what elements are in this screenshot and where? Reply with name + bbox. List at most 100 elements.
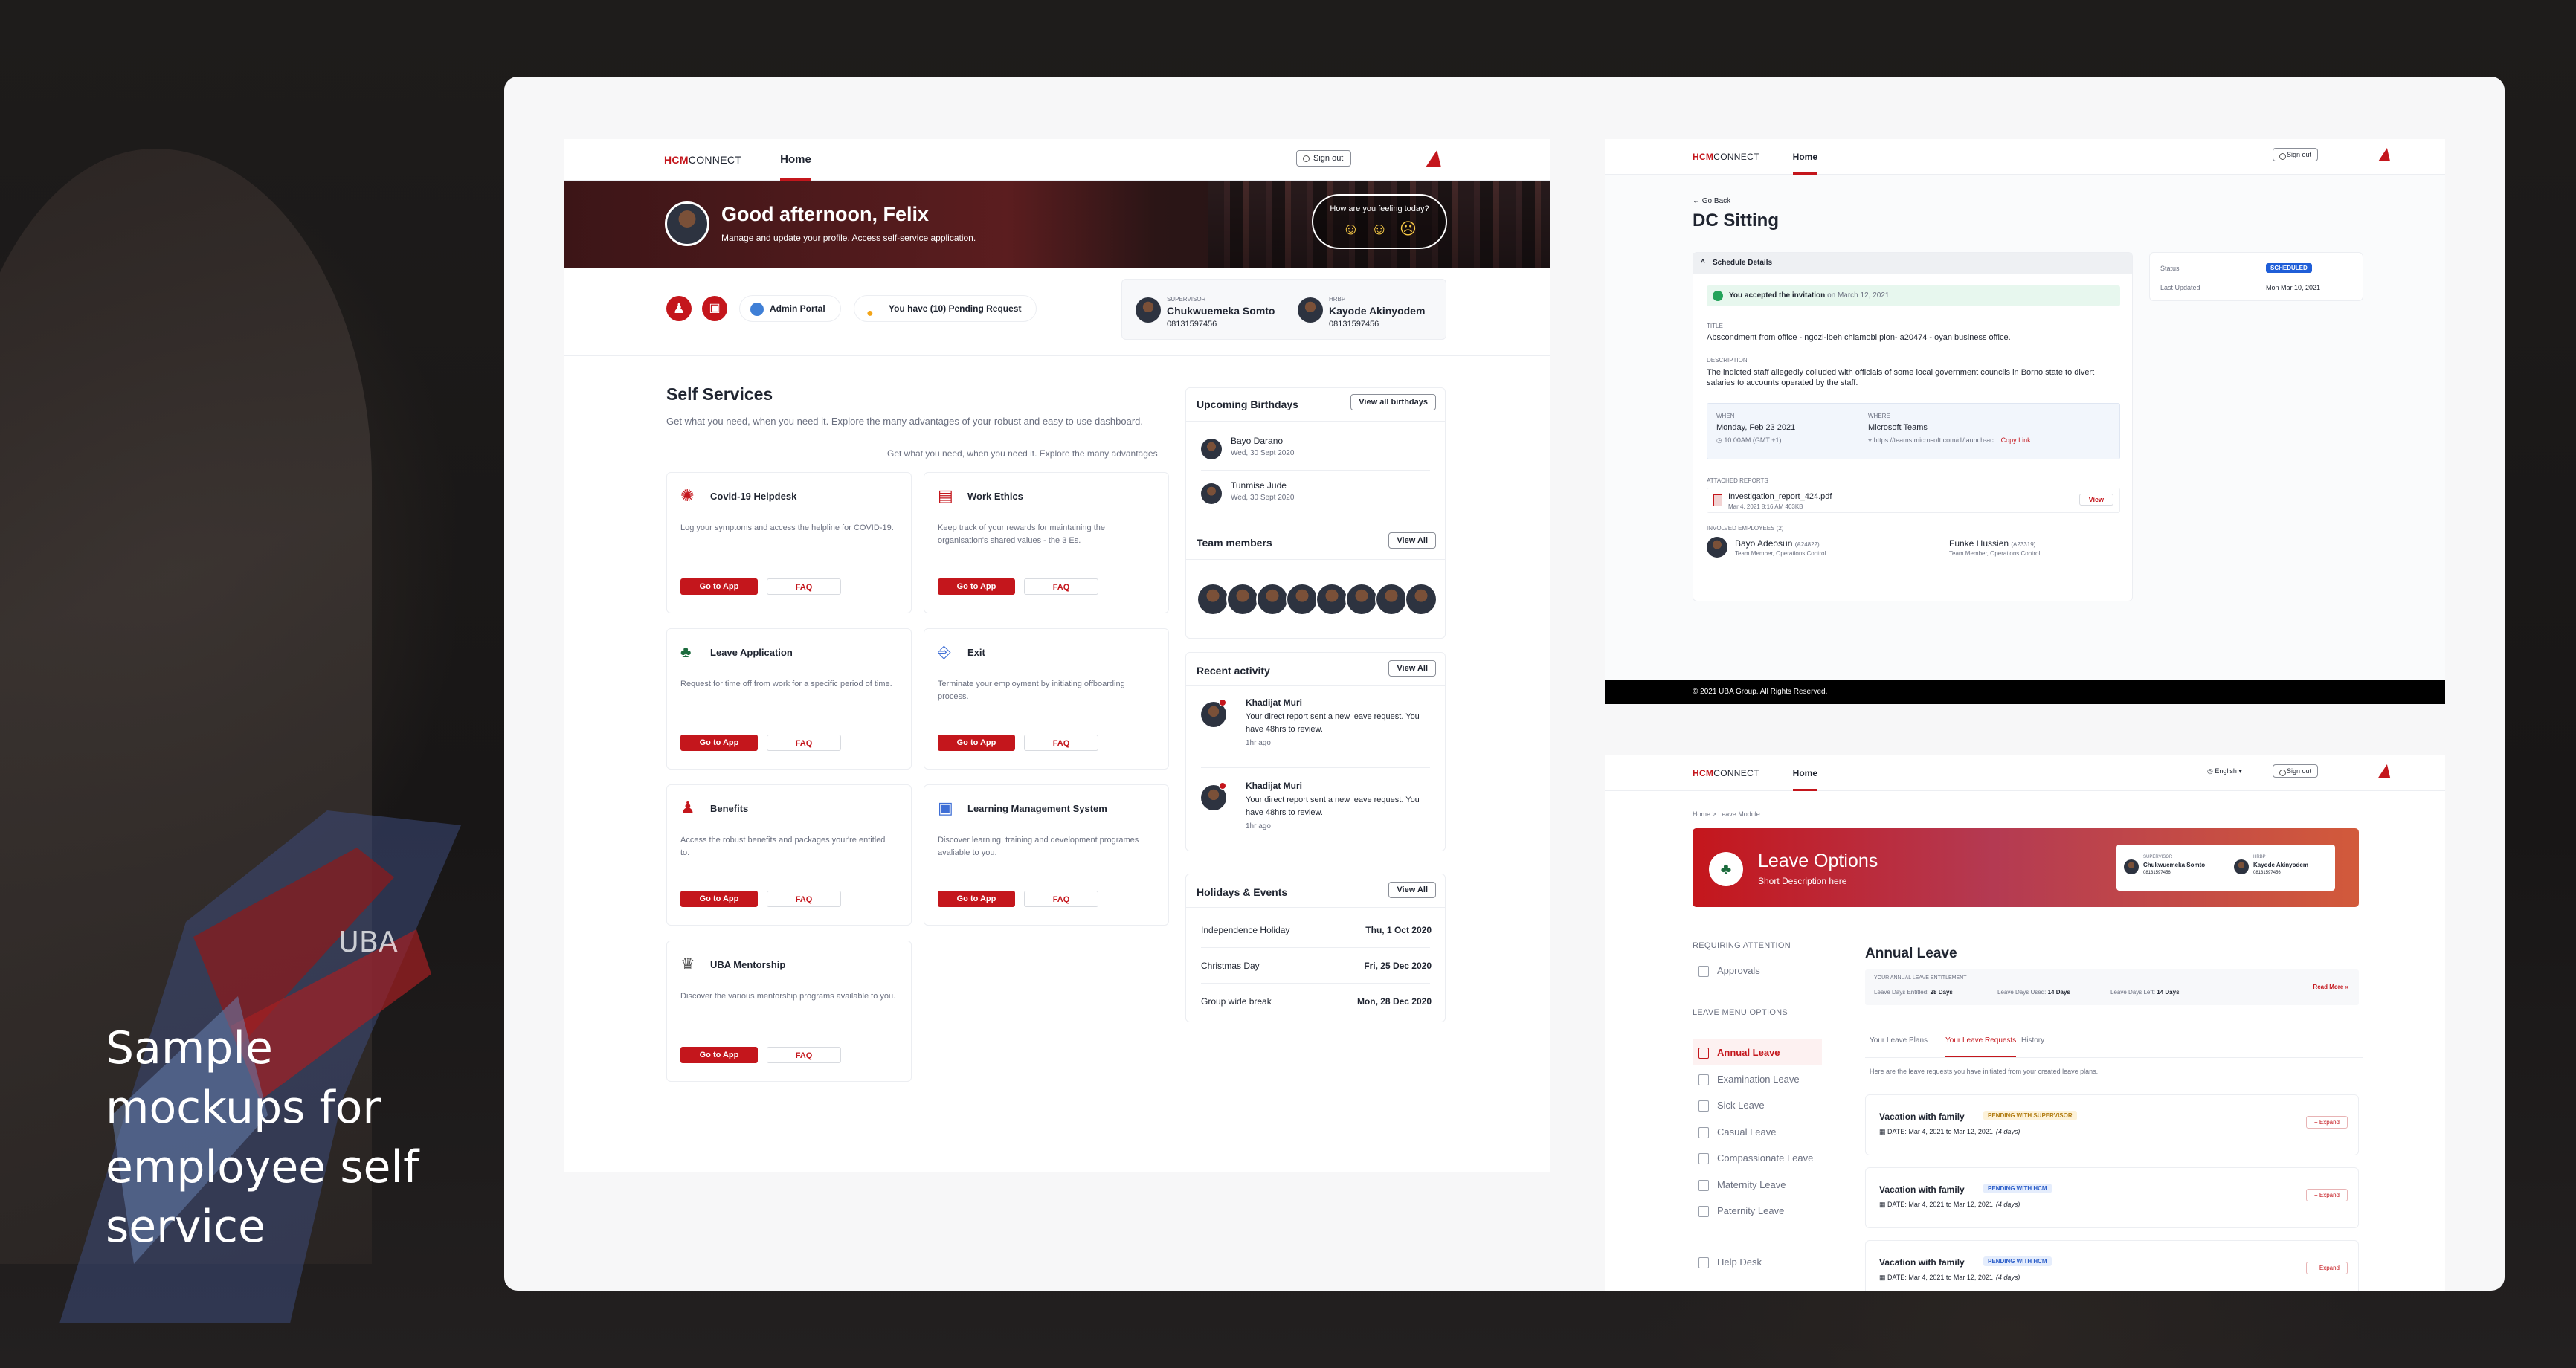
leave-request-title: Vacation with family	[1879, 1184, 1965, 1195]
go-to-app-button[interactable]: Go to App	[938, 735, 1015, 751]
go-back-link[interactable]: ← Go Back	[1693, 197, 1730, 205]
faq-button[interactable]: FAQ	[767, 891, 841, 907]
language-select[interactable]: ◎ English ▾	[2207, 767, 2242, 775]
neutral-face-icon[interactable]: ☺	[1371, 219, 1388, 239]
leave-menu-item[interactable]: Paternity Leave	[1693, 1198, 1822, 1224]
faq-button[interactable]: FAQ	[767, 578, 841, 595]
hcm-logo-2[interactable]: HCMCONNECT	[1693, 152, 1759, 162]
go-to-app-button[interactable]: Go to App	[680, 578, 758, 595]
happy-face-icon[interactable]: ☺	[1342, 219, 1359, 239]
sad-face-icon[interactable]: ☹	[1400, 219, 1417, 239]
leave-banner: ♣ Leave Options Short Description here S…	[1693, 828, 2359, 907]
top-nav-2: HCMCONNECT Home Sign out	[1605, 139, 2445, 175]
activity-title: Recent activity	[1197, 665, 1270, 677]
plus-icon: +	[2313, 1119, 2319, 1126]
leave-menu-item[interactable]: Compassionate Leave	[1693, 1145, 1822, 1171]
user-avatar[interactable]	[665, 201, 709, 246]
uba-logo-icon	[1426, 150, 1445, 167]
self-services-description: Get what you need, when you need it. Exp…	[666, 416, 1144, 427]
faq-button[interactable]: FAQ	[1024, 735, 1098, 751]
profile-icon[interactable]: ♟	[666, 296, 692, 321]
nav-home-2[interactable]: Home	[1792, 139, 1818, 175]
activity-view-all-button[interactable]: View All	[1388, 660, 1436, 677]
expand-button[interactable]: + Expand	[2305, 1189, 2348, 1201]
faq-button[interactable]: FAQ	[767, 735, 841, 751]
pending-request-chip[interactable]: ● You have (10) Pending Request	[854, 295, 1037, 322]
leave-supervisor-phone: 08131597456	[2143, 871, 2171, 875]
leave-request-date: ▦ DATE: Mar 4, 2021 to Mar 12, 2021 (4 da…	[1879, 1128, 2020, 1136]
go-to-app-button[interactable]: Go to App	[938, 891, 1015, 907]
palm-tree-icon: ♣	[680, 642, 692, 661]
read-more-link[interactable]: Read More »	[2313, 984, 2348, 990]
approvals-item[interactable]: Approvals	[1693, 958, 1822, 984]
self-services-description-2: Get what you need, when you need it. Exp…	[887, 448, 1158, 459]
view-all-birthdays-button[interactable]: View all birthdays	[1350, 394, 1436, 410]
expand-button[interactable]: + Expand	[2305, 1262, 2348, 1274]
greeting-subtitle: Manage and update your profile. Access s…	[721, 233, 976, 243]
meeting-link[interactable]: ⌖ https://teams.microsoft.com/dl/launch-…	[1868, 436, 2031, 445]
when-label: WHEN	[1716, 413, 1735, 419]
hcm-logo[interactable]: HCMCONNECT	[664, 154, 741, 166]
team-member-avatar[interactable]	[1256, 583, 1289, 616]
service-title: Exit	[967, 647, 985, 658]
expand-button[interactable]: + Expand	[2305, 1116, 2348, 1129]
service-card: ▣ Learning Management System Discover lear…	[924, 784, 1169, 926]
activity-unread-dot	[1219, 782, 1226, 790]
leave-menu-item[interactable]: Examination Leave	[1693, 1066, 1822, 1092]
go-to-app-button[interactable]: Go to App	[680, 891, 758, 907]
leave-date-text: DATE: Mar 4, 2021 to Mar 12, 2021	[1887, 1128, 1993, 1135]
id-card-icon[interactable]: ▣	[702, 296, 727, 321]
leave-tab[interactable]: Your Leave Requests	[1945, 1036, 2017, 1057]
faq-button[interactable]: FAQ	[767, 1047, 841, 1063]
leave-tab[interactable]: History	[2021, 1036, 2044, 1057]
copy-link-button[interactable]: Copy Link	[2001, 436, 2031, 444]
breadcrumb[interactable]: Home > Leave Module	[1693, 810, 1760, 818]
mood-question: How are you feeling today?	[1330, 204, 1429, 213]
birthday-avatar	[1201, 483, 1222, 504]
leave-hrbp-label: HRBP	[2253, 855, 2266, 859]
leave-hrbp-phone: 08131597456	[2253, 871, 2281, 875]
leave-hrbp-name: Kayode Akinyodem	[2253, 862, 2308, 868]
sign-out-button[interactable]: Sign out	[1296, 150, 1352, 167]
team-member-avatar[interactable]	[1375, 583, 1408, 616]
team-member-avatar[interactable]	[1286, 583, 1318, 616]
pending-request-label: You have (10) Pending Request	[889, 303, 1022, 314]
dc-sitting-title: DC Sitting	[1693, 210, 1779, 230]
birthday-name: Tunmise Jude	[1231, 480, 1287, 491]
plus-icon: +	[2313, 1265, 2319, 1271]
leave-tab[interactable]: Your Leave Plans	[1870, 1036, 1928, 1057]
leave-menu-item[interactable]: Maternity Leave	[1693, 1172, 1822, 1198]
go-to-app-button[interactable]: Go to App	[680, 1047, 758, 1063]
team-member-avatar[interactable]	[1345, 583, 1378, 616]
involved-label: INVOLVED EMPLOYEES (2)	[1707, 525, 1784, 532]
schedule-details-header[interactable]: ^ Schedule Details	[1693, 253, 2132, 274]
nav-home-3[interactable]: Home	[1792, 755, 1818, 791]
leave-menu-item[interactable]: Annual Leave	[1693, 1039, 1822, 1065]
check-icon	[1713, 291, 1723, 301]
team-view-all-button[interactable]: View All	[1388, 532, 1436, 549]
holidays-title: Holidays & Events	[1197, 886, 1288, 898]
admin-portal-chip[interactable]: Admin Portal	[739, 295, 841, 322]
team-member-avatar[interactable]	[1226, 583, 1259, 616]
sign-out-button-3[interactable]: Sign out	[2273, 764, 2319, 778]
sign-out-button-2[interactable]: Sign out	[2273, 148, 2319, 161]
holiday-date: Fri, 25 Dec 2020	[1364, 961, 1432, 971]
team-member-avatar[interactable]	[1316, 583, 1348, 616]
team-member-avatar[interactable]	[1197, 583, 1229, 616]
hcm-logo-3[interactable]: HCMCONNECT	[1693, 768, 1759, 778]
help-desk-item[interactable]: Help Desk	[1693, 1249, 1822, 1275]
go-to-app-button[interactable]: Go to App	[680, 735, 758, 751]
faq-button[interactable]: FAQ	[1024, 891, 1098, 907]
leave-menu-item[interactable]: Casual Leave	[1693, 1119, 1822, 1145]
team-member-avatar[interactable]	[1405, 583, 1437, 616]
description-label: DESCRIPTION	[1707, 357, 1748, 364]
holidays-view-all-button[interactable]: View All	[1388, 882, 1436, 898]
leave-menu-item[interactable]: Sick Leave	[1693, 1092, 1822, 1118]
view-report-button[interactable]: View	[2078, 494, 2113, 506]
nav-home[interactable]: Home	[780, 139, 811, 181]
report-meta: Mar 4, 2021 8:16 AM 403KB	[1728, 503, 1803, 510]
description-value: The indicted staff allegedly colluded wi…	[1707, 368, 2095, 387]
faq-button[interactable]: FAQ	[1024, 578, 1098, 595]
go-to-app-button[interactable]: Go to App	[938, 578, 1015, 595]
status-card: Status SCHEDULED Last Updated Mon Mar 10…	[2149, 252, 2363, 301]
